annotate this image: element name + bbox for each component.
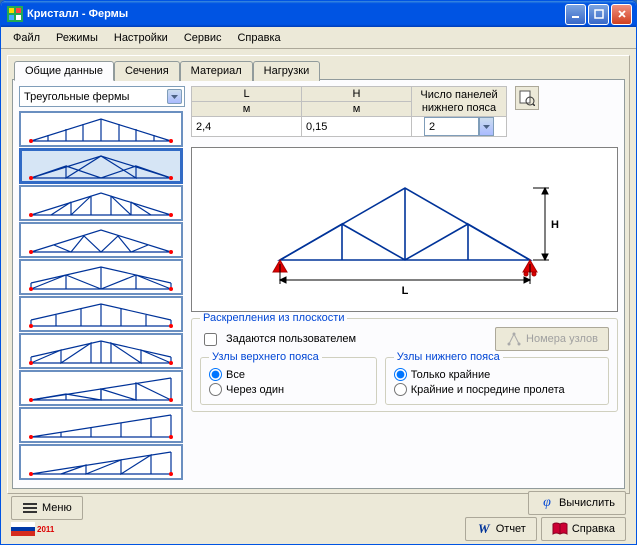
preview-zoom-button[interactable]: [515, 86, 539, 110]
truss-variant-7[interactable]: [19, 333, 183, 369]
top-opt-alternate[interactable]: Через один: [209, 383, 368, 396]
truss-variant-6[interactable]: [19, 296, 183, 332]
chevron-down-icon: [167, 89, 182, 104]
col-L-unit: м: [192, 102, 302, 117]
menu-button[interactable]: Меню: [11, 496, 83, 520]
truss-variant-1[interactable]: [19, 111, 183, 147]
chevron-down-icon[interactable]: [479, 117, 494, 136]
flag-icon: [11, 522, 35, 536]
node-numbers-button: Номера узлов: [495, 327, 609, 351]
tabstrip: Общие данные Сечения Материал Нагрузки: [12, 60, 625, 80]
titlebar[interactable]: Кристалл - Фермы: [1, 1, 636, 27]
group-bottom-legend: Узлы нижнего пояса: [394, 351, 503, 363]
bottom-opt-ends[interactable]: Только крайние: [394, 368, 600, 381]
cell-H[interactable]: 0,15: [302, 117, 412, 137]
bottom-toolbar: Меню 2011 φ Вычислить W Отчет: [7, 494, 630, 538]
cell-L[interactable]: 2,4: [192, 117, 302, 137]
menu-service[interactable]: Сервис: [178, 30, 228, 46]
menu-settings[interactable]: Настройки: [108, 30, 174, 46]
truss-variant-4[interactable]: [19, 222, 183, 258]
tab-general[interactable]: Общие данные: [14, 61, 114, 81]
menu-icon: [22, 500, 38, 516]
truss-variant-list: [19, 111, 185, 480]
bottom-opt-mid[interactable]: Крайние и посредине пролета: [394, 383, 600, 396]
group-bracing: Раскрепления из плоскости Задаются польз…: [191, 318, 618, 412]
book-icon: [552, 521, 568, 537]
tab-loads[interactable]: Нагрузки: [253, 61, 321, 81]
maximize-button[interactable]: [588, 4, 609, 25]
truss-type-combo[interactable]: Треугольные фермы: [19, 86, 185, 107]
truss-variant-5[interactable]: [19, 259, 183, 295]
col-panels-l1: Число панелей: [420, 89, 497, 101]
word-icon: W: [476, 521, 492, 537]
tab-material[interactable]: Материал: [180, 61, 253, 81]
tabpage-general: Треугольные фермы: [12, 79, 625, 489]
menubar: Файл Режимы Настройки Сервис Справка: [1, 27, 636, 49]
truss-variant-10[interactable]: [19, 444, 183, 480]
nodes-icon: [506, 331, 522, 347]
window-title: Кристалл - Фермы: [27, 8, 565, 20]
group-bottom-chord: Узлы нижнего пояса Только крайние Крайни…: [385, 357, 609, 405]
truss-variant-8[interactable]: [19, 370, 183, 406]
cell-panels[interactable]: [412, 117, 507, 137]
main-window: Кристалл - Фермы Файл Режимы Настройки С…: [0, 0, 637, 545]
tab-sections[interactable]: Сечения: [114, 61, 180, 81]
truss-variant-9[interactable]: [19, 407, 183, 443]
col-H-header: H: [302, 87, 412, 102]
dim-H: H: [551, 219, 559, 231]
truss-preview: L H: [191, 147, 618, 312]
col-L-header: L: [192, 87, 302, 102]
year-label: 2011: [37, 525, 54, 534]
col-H-unit: м: [302, 102, 412, 117]
report-button[interactable]: W Отчет: [465, 517, 537, 541]
menu-modes[interactable]: Режимы: [50, 30, 104, 46]
truss-variant-3[interactable]: [19, 185, 183, 221]
app-icon: [7, 6, 23, 22]
menu-help[interactable]: Справка: [231, 30, 286, 46]
group-bracing-legend: Раскрепления из плоскости: [200, 312, 347, 324]
truss-variant-2[interactable]: [19, 148, 183, 184]
user-bracing-checkbox[interactable]: Задаются пользователем: [200, 330, 356, 349]
truss-type-value: Треугольные фермы: [24, 91, 129, 103]
help-button[interactable]: Справка: [541, 517, 626, 541]
phi-icon: φ: [539, 495, 555, 511]
col-panels-l2: нижнего пояса: [422, 102, 496, 114]
close-button[interactable]: [611, 4, 632, 25]
params-table: L H Число панелейнижнего пояса м м 2,4 0…: [191, 86, 507, 137]
calculate-button[interactable]: φ Вычислить: [528, 491, 626, 515]
menu-file[interactable]: Файл: [7, 30, 46, 46]
minimize-button[interactable]: [565, 4, 586, 25]
group-top-chord: Узлы верхнего пояса Все Через один: [200, 357, 377, 405]
group-top-legend: Узлы верхнего пояса: [209, 351, 322, 363]
dim-L: L: [401, 285, 408, 297]
top-opt-all[interactable]: Все: [209, 368, 368, 381]
panels-input[interactable]: [424, 117, 479, 136]
